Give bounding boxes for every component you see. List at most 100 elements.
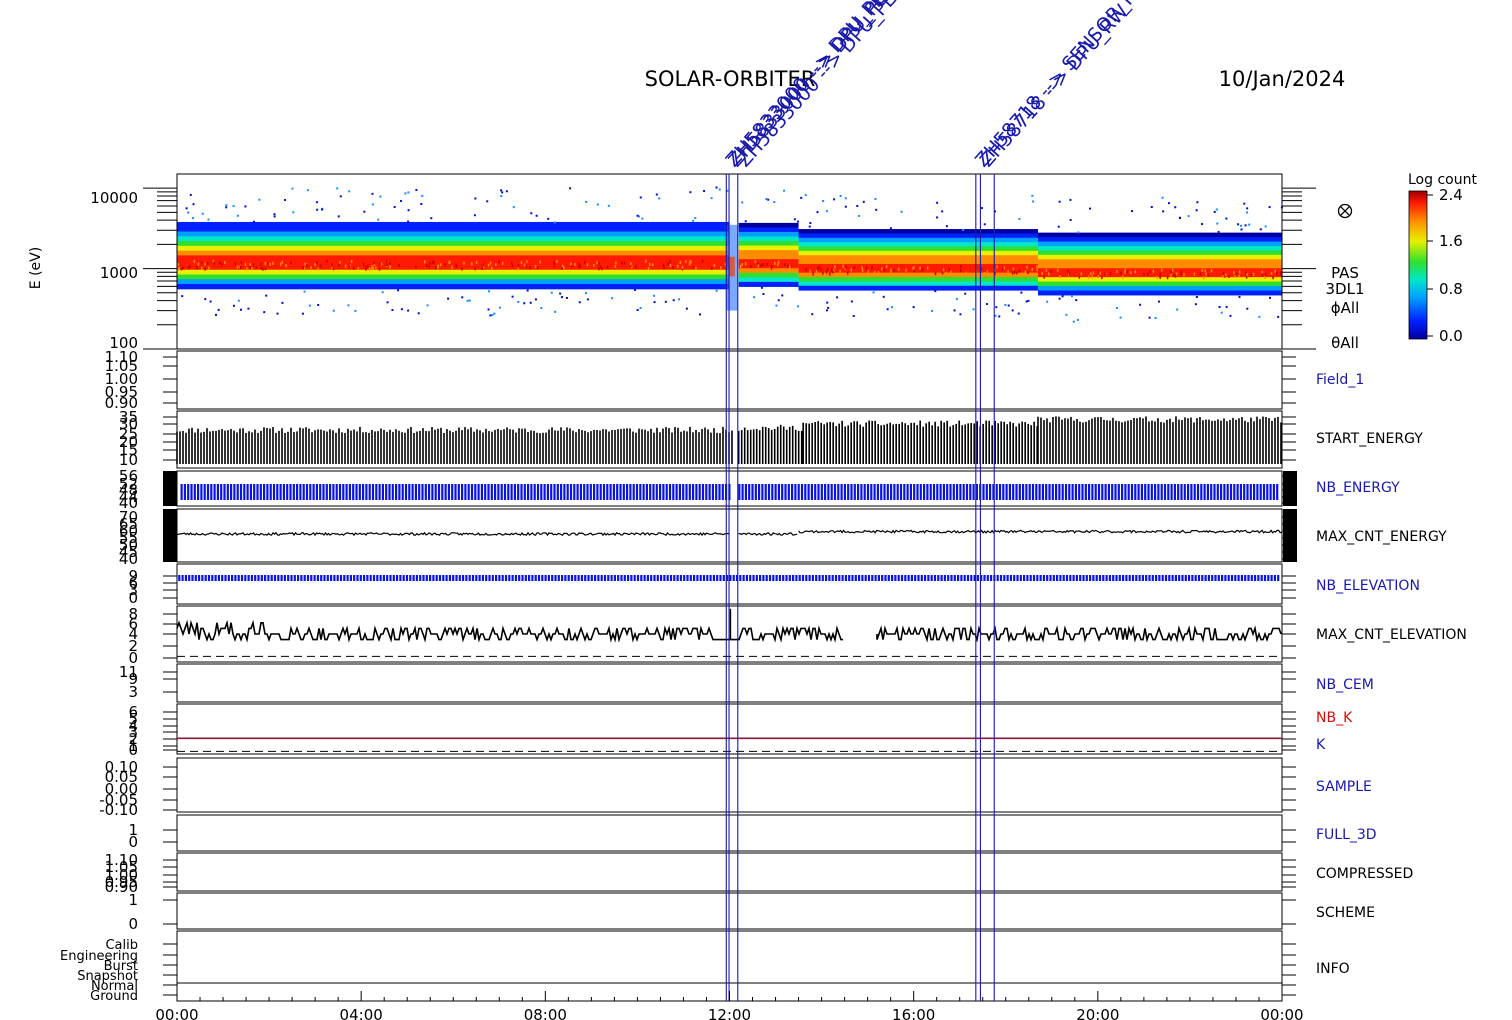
spectrogram-speck bbox=[371, 192, 374, 195]
spectrogram-band bbox=[1037, 290, 1282, 296]
spectrogram-texture bbox=[913, 269, 915, 273]
spectrogram-texture bbox=[1261, 270, 1264, 274]
spectrogram-texture bbox=[839, 269, 841, 273]
spectrogram-speck bbox=[765, 198, 768, 201]
spectrogram-speck bbox=[407, 209, 410, 212]
spectrogram-texture bbox=[826, 270, 828, 274]
spectrogram-speck bbox=[936, 216, 939, 219]
spectrogram-texture bbox=[774, 261, 776, 265]
spectrogram-speck bbox=[585, 200, 588, 203]
full_3d-label: FULL_3D bbox=[1316, 827, 1377, 843]
spectrogram-texture bbox=[695, 266, 697, 270]
spectrogram-texture bbox=[599, 265, 602, 269]
spectrogram-speck bbox=[493, 312, 496, 315]
spectrogram-speck bbox=[1187, 215, 1190, 218]
spectrogram-speck bbox=[689, 191, 692, 194]
spectrogram-band bbox=[798, 229, 1038, 234]
spectrogram-speck bbox=[554, 310, 557, 313]
spectrogram-speck bbox=[653, 301, 656, 304]
spectrogram-texture bbox=[302, 266, 304, 270]
spectrogram-speck bbox=[498, 306, 501, 309]
spectrogram-speck bbox=[415, 188, 418, 191]
spectrogram-texture bbox=[1059, 274, 1061, 278]
spectrogram-texture bbox=[829, 272, 831, 276]
spectrogram-speck bbox=[1058, 200, 1061, 203]
spectrogram-texture bbox=[701, 259, 704, 263]
spectrogram-texture bbox=[905, 272, 908, 276]
spectrogram-speck bbox=[273, 215, 276, 218]
spectrogram-band bbox=[798, 242, 1038, 248]
spectrogram-texture bbox=[206, 261, 209, 265]
spectrogram-speck bbox=[718, 188, 721, 191]
spectrogram-texture bbox=[574, 262, 576, 266]
spectrogram-texture bbox=[1098, 270, 1100, 274]
spectrogram-speck bbox=[586, 298, 589, 301]
spectrogram-speck bbox=[808, 225, 811, 228]
time-tick-label: 16:00 bbox=[892, 1006, 935, 1020]
plot-date: 10/Jan/2024 bbox=[1219, 67, 1346, 91]
spectrogram-speck bbox=[900, 210, 903, 213]
spectrogram-band bbox=[738, 254, 799, 260]
spectrogram-texture bbox=[919, 266, 921, 270]
spectrogram-texture bbox=[1143, 272, 1145, 276]
spectrogram-speck bbox=[468, 299, 471, 302]
spectrogram-speck bbox=[225, 204, 228, 207]
spectrogram-texture bbox=[1078, 275, 1081, 279]
spectrogram-tag: ϕAll bbox=[1331, 299, 1360, 317]
spectrogram-speck bbox=[530, 212, 533, 215]
spectrogram-band bbox=[177, 245, 730, 252]
spectrogram-speck bbox=[315, 201, 318, 204]
spectrogram-speck bbox=[215, 313, 218, 316]
spectrogram-texture bbox=[195, 265, 198, 269]
spectrogram-texture bbox=[1090, 272, 1092, 276]
spectrogram-texture bbox=[1018, 269, 1021, 273]
spectrogram-texture bbox=[965, 271, 967, 275]
spectrogram-speck bbox=[420, 202, 423, 205]
spectrogram-speck bbox=[317, 303, 320, 306]
spectrogram-texture bbox=[501, 261, 504, 265]
spectrogram-speck bbox=[1239, 224, 1242, 227]
spectrogram-texture bbox=[1152, 269, 1155, 273]
spectrogram-texture bbox=[766, 262, 769, 266]
spectrogram-speck bbox=[655, 193, 658, 196]
spectrogram-texture bbox=[487, 263, 490, 267]
spectrogram-texture bbox=[303, 267, 306, 271]
plot-canvas: SOLAR-ORBITER 10/Jan/2024 100001000100E … bbox=[28, 0, 1477, 1020]
spectrogram-speck bbox=[1069, 218, 1072, 221]
spectrogram-texture bbox=[517, 267, 519, 271]
spectrogram-speck bbox=[189, 193, 192, 196]
spectrogram-speck bbox=[386, 301, 389, 304]
spectrogram-texture bbox=[1104, 272, 1106, 276]
spectrogram-speck bbox=[207, 218, 210, 221]
spectrogram-texture bbox=[353, 266, 355, 270]
spectrogram-texture bbox=[942, 268, 945, 272]
spectrogram-texture bbox=[1087, 275, 1090, 279]
spectrogram-texture bbox=[428, 265, 430, 269]
spectrogram-texture bbox=[812, 272, 814, 276]
spectrogram-speck bbox=[466, 299, 469, 302]
spectrogram-speck bbox=[1046, 300, 1049, 303]
spectrogram-speck bbox=[844, 197, 847, 200]
spectrogram-texture bbox=[1170, 270, 1172, 274]
spectrogram-texture bbox=[688, 262, 691, 266]
spectrogram-speck bbox=[744, 220, 747, 223]
spectrogram-texture bbox=[760, 264, 762, 268]
spectrogram-texture bbox=[850, 268, 853, 272]
spectrogram-texture bbox=[672, 266, 674, 270]
spectrogram-speck bbox=[1243, 202, 1246, 205]
spectrogram-speck bbox=[1194, 303, 1197, 306]
spectrogram-band bbox=[738, 245, 799, 251]
spectrogram-speck bbox=[1157, 300, 1160, 303]
spectrogram-texture bbox=[264, 267, 267, 271]
spectrogram-texture bbox=[853, 266, 856, 270]
spectrogram-texture bbox=[769, 267, 771, 271]
spectrogram-speck bbox=[505, 190, 508, 193]
spectrogram-speck bbox=[741, 201, 744, 204]
spectrogram-texture bbox=[623, 261, 626, 265]
spectrogram-speck bbox=[303, 290, 306, 293]
spectrogram-texture bbox=[201, 266, 203, 270]
spectrogram-speck bbox=[400, 199, 403, 202]
spectrogram-speck bbox=[775, 304, 778, 307]
scheme-ytick-label: 1 bbox=[128, 891, 138, 909]
spectrogram-texture bbox=[948, 268, 951, 272]
